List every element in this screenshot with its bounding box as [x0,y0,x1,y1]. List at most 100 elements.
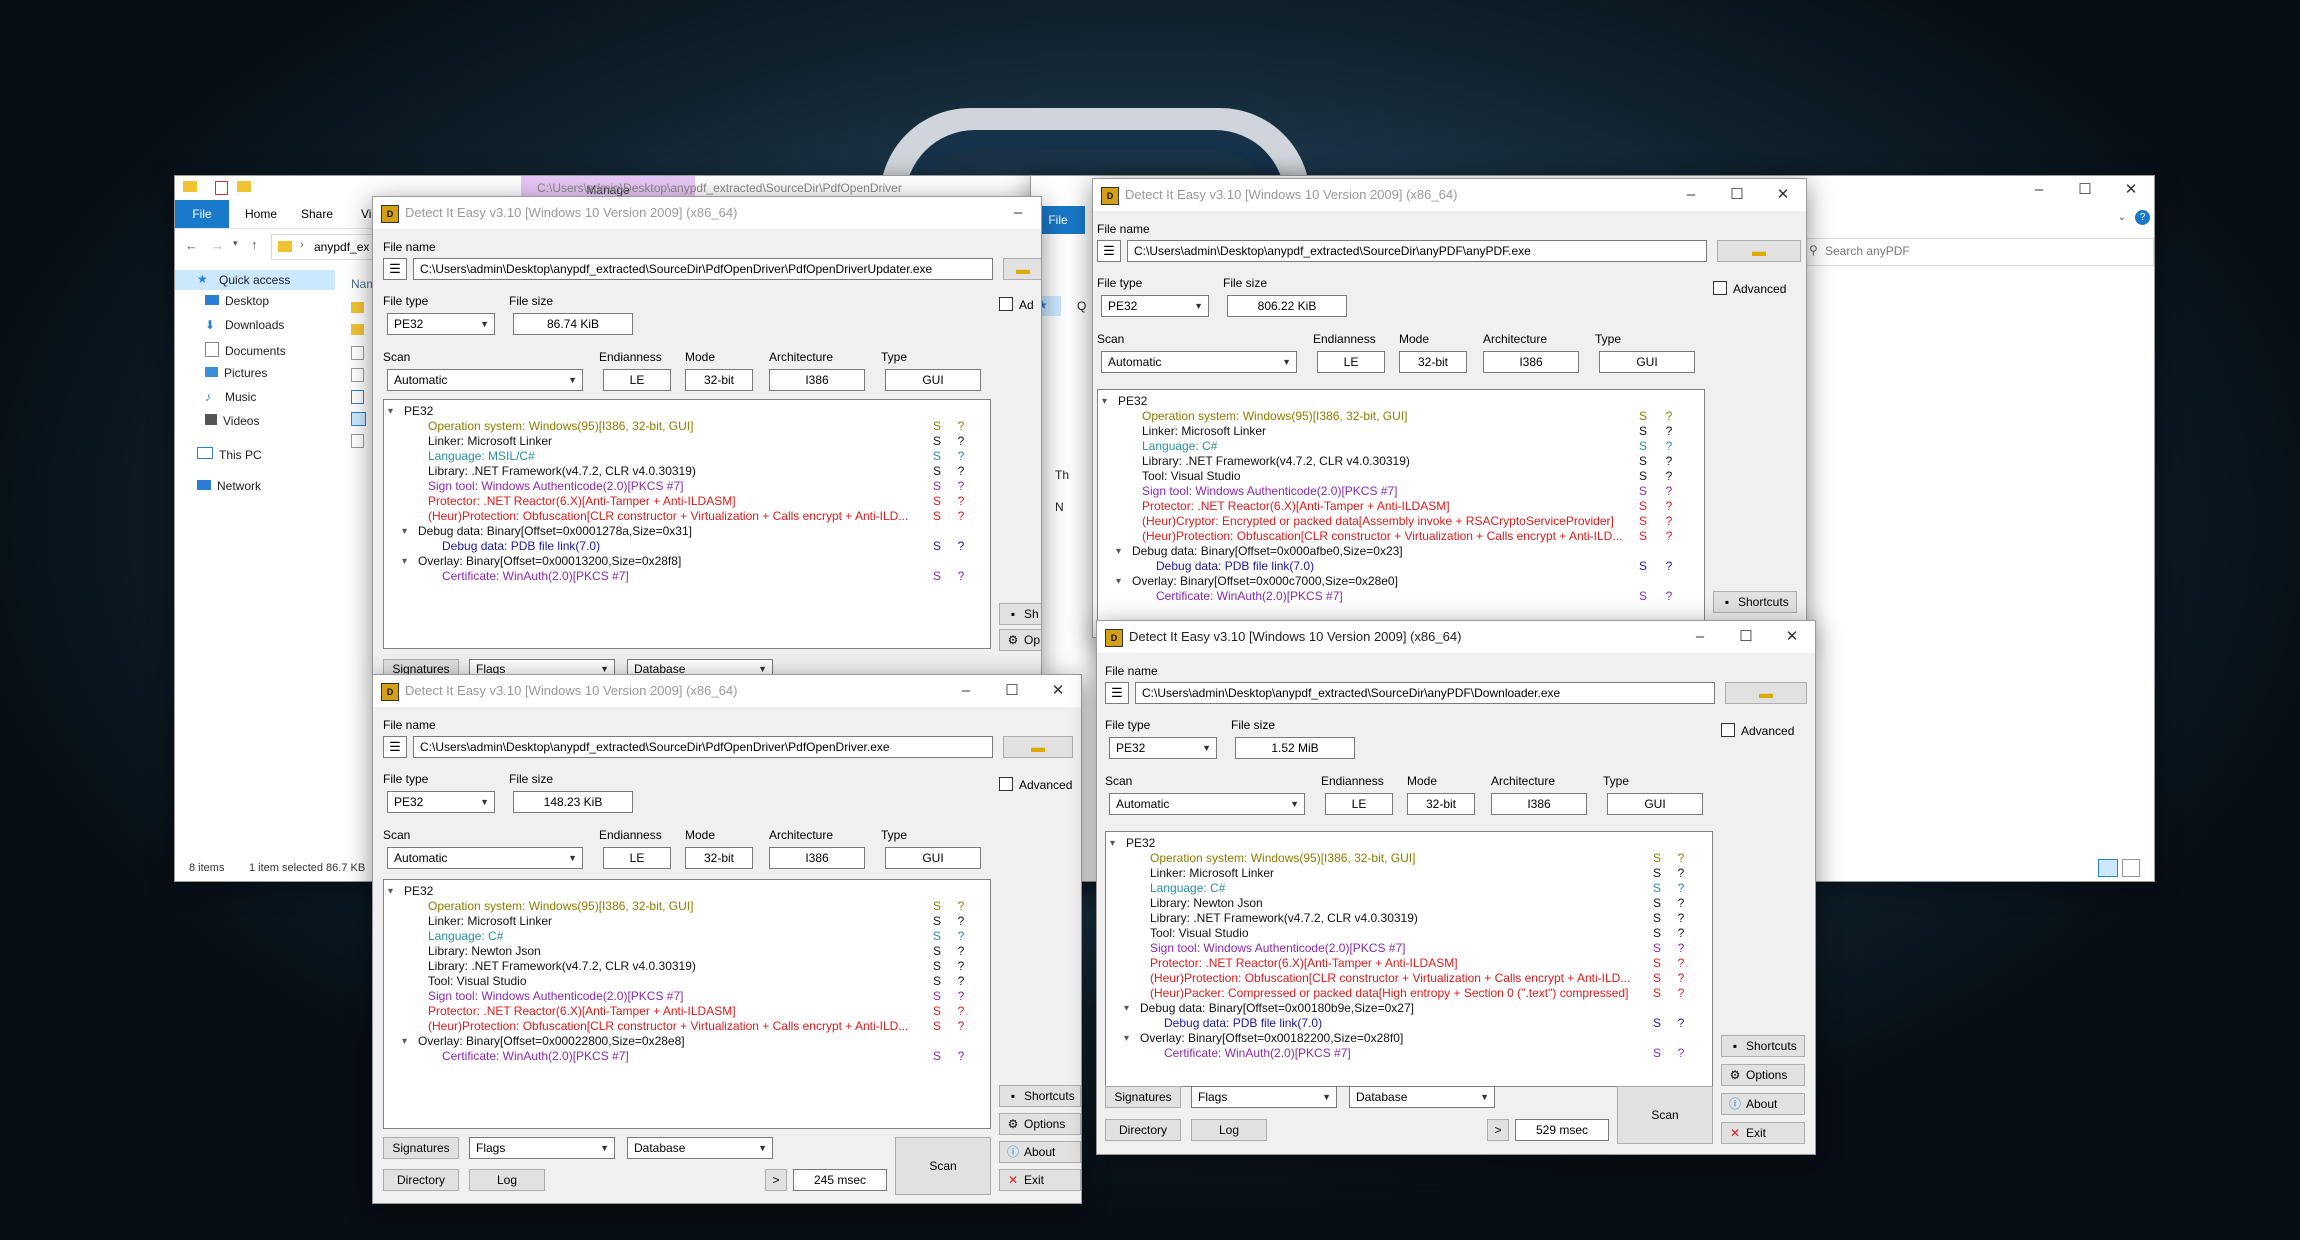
maximize-button[interactable]: ☐ [1714,183,1760,207]
file-type-select[interactable]: PE32 ▼ [1101,295,1209,317]
result-row[interactable]: ▾ Overlay: Binary[Offset=0x00022800,Size=… [384,1034,990,1049]
close-button[interactable]: ✕ [2108,178,2154,202]
up-icon[interactable]: ↑ [251,237,258,252]
info-link[interactable]: ? [1664,424,1674,439]
info-link[interactable]: ? [1676,851,1686,866]
signature-link[interactable]: S [932,479,942,494]
ribbon-home-tab[interactable]: Home [245,207,277,221]
expand-arrow-icon[interactable]: ▾ [388,884,393,899]
info-link[interactable]: ? [956,494,966,509]
result-row[interactable]: ▾ Debug data: Binary[Offset=0x0001278a,Si… [384,524,990,539]
result-row[interactable]: Library: .NET Framework(v4.7.2, CLR v4.0… [384,464,990,479]
info-link[interactable]: ? [956,929,966,944]
signature-link[interactable]: S [1652,881,1662,896]
result-row[interactable]: Protector: .NET Reactor(6.X)[Anti-Tamper… [1098,499,1704,514]
result-row[interactable]: Library: .NET Framework(v4.7.2, CLR v4.0… [1106,911,1712,926]
signature-link[interactable]: S [932,509,942,524]
signature-link[interactable]: S [932,464,942,479]
info-link[interactable]: ? [956,464,966,479]
details-view-icon[interactable] [2098,859,2118,877]
nav-desktop[interactable]: Desktop [205,294,269,308]
scan-button[interactable]: Scan [895,1137,991,1195]
signature-link[interactable]: S [1638,484,1648,499]
signature-link[interactable]: S [1652,926,1662,941]
ribbon-file-tab[interactable]: File [175,200,229,228]
signature-link[interactable]: S [932,989,942,1004]
result-row[interactable]: (Heur)Protection: Obfuscation[CLR constr… [1106,971,1712,986]
signature-link[interactable]: S [1638,499,1648,514]
info-link[interactable]: ? [1676,896,1686,911]
info-link[interactable]: ? [1664,499,1674,514]
results-tree[interactable]: ▾ PE32 Operation system: Windows(95)[I386,… [1097,389,1705,629]
close-button[interactable]: ✕ [1769,625,1815,649]
next-button[interactable]: > [1487,1119,1509,1141]
info-link[interactable]: ? [1676,926,1686,941]
forward-icon[interactable]: → [211,238,224,253]
signatures-button[interactable]: Signatures [383,1137,459,1159]
options-button[interactable]: ⚙ Op [999,629,1041,651]
dropdown-icon[interactable]: ▾ [233,238,238,249]
result-row[interactable]: (Heur)Protection: Obfuscation[CLR constr… [1098,529,1704,544]
signature-link[interactable]: S [1638,409,1648,424]
expand-arrow-icon[interactable]: ▾ [388,404,393,419]
expand-arrow-icon[interactable]: ▾ [1116,574,1121,589]
result-row[interactable]: Language: C# S? [1098,439,1704,454]
scan-mode-select[interactable]: Automatic ▼ [387,369,583,391]
info-link[interactable]: ? [956,989,966,1004]
info-link[interactable]: ? [1664,514,1674,529]
info-link[interactable]: ? [956,1049,966,1064]
signature-link[interactable]: S [932,539,942,554]
large-icons-view-icon[interactable] [2122,859,2140,877]
signature-link[interactable]: S [1638,469,1648,484]
nav-videos[interactable]: Videos [205,414,259,428]
result-row[interactable]: Certificate: WinAuth(2.0)[PKCS #7] S? [1098,589,1704,604]
info-link[interactable]: ? [1664,559,1674,574]
expand-arrow-icon[interactable]: ▾ [1110,836,1115,851]
info-link[interactable]: ? [1664,454,1674,469]
info-link[interactable]: ? [1664,529,1674,544]
file-path-field[interactable]: C:\Users\admin\Desktop\anypdf_extracted\… [1127,240,1707,262]
nav-pictures[interactable]: Pictures [205,366,267,380]
expand-arrow-icon[interactable]: ▾ [402,1034,407,1049]
maximize-button[interactable]: ☐ [989,679,1035,703]
advanced-checkbox[interactable]: Advanced [999,777,1072,792]
info-link[interactable]: ? [956,479,966,494]
signature-link[interactable]: S [932,974,942,989]
signature-link[interactable]: S [1652,866,1662,881]
maximize-button[interactable]: ☐ [2062,178,2108,202]
result-row[interactable]: Debug data: PDB file link(7.0) S? [384,539,990,554]
signature-link[interactable]: S [1652,956,1662,971]
result-row[interactable]: Tool: Visual Studio S? [1106,926,1712,941]
file-path-field[interactable]: C:\Users\admin\Desktop\anypdf_extracted\… [413,258,993,280]
info-link[interactable]: ? [1664,469,1674,484]
file-path-field[interactable]: C:\Users\admin\Desktop\anypdf_extracted\… [413,736,993,758]
result-row[interactable]: Sign tool: Windows Authenticode(2.0)[PKC… [384,989,990,1004]
expand-arrow-icon[interactable]: ▾ [1124,1031,1129,1046]
minimize-button[interactable]: – [943,679,989,703]
info-link[interactable]: ? [1676,1016,1686,1031]
signature-link[interactable]: S [932,899,942,914]
chevron-down-icon[interactable]: ⌄ [2118,212,2126,223]
minimize-button[interactable]: – [1677,625,1723,649]
open-folder-button[interactable]: ▬ [1003,258,1041,280]
signature-link[interactable]: S [932,959,942,974]
open-folder-button[interactable]: ▬ [1725,682,1807,704]
result-row[interactable]: Sign tool: Windows Authenticode(2.0)[PKC… [384,479,990,494]
info-link[interactable]: ? [956,959,966,974]
result-row[interactable]: Protector: .NET Reactor(6.X)[Anti-Tamper… [1106,956,1712,971]
info-link[interactable]: ? [1676,986,1686,1001]
open-folder-button[interactable]: ▬ [1717,240,1801,262]
info-link[interactable]: ? [956,914,966,929]
options-button[interactable]: ⚙ Options [999,1113,1081,1135]
nav-downloads[interactable]: ⬇ Downloads [205,318,284,332]
result-row[interactable]: Debug data: PDB file link(7.0) S? [1106,1016,1712,1031]
shortcuts-button[interactable]: ▪ Sh [999,603,1041,625]
results-tree[interactable]: ▾ PE32 Operation system: Windows(95)[I386,… [383,399,991,649]
result-row[interactable]: (Heur)Packer: Compressed or packed data[… [1106,986,1712,1001]
result-row[interactable]: Protector: .NET Reactor(6.X)[Anti-Tamper… [384,494,990,509]
signature-link[interactable]: S [1638,454,1648,469]
result-row[interactable]: Sign tool: Windows Authenticode(2.0)[PKC… [1098,484,1704,499]
results-tree[interactable]: ▾ PE32 Operation system: Windows(95)[I386,… [1105,831,1713,1087]
expand-arrow-icon[interactable]: ▾ [1116,544,1121,559]
result-row[interactable]: Library: .NET Framework(v4.7.2, CLR v4.0… [1098,454,1704,469]
